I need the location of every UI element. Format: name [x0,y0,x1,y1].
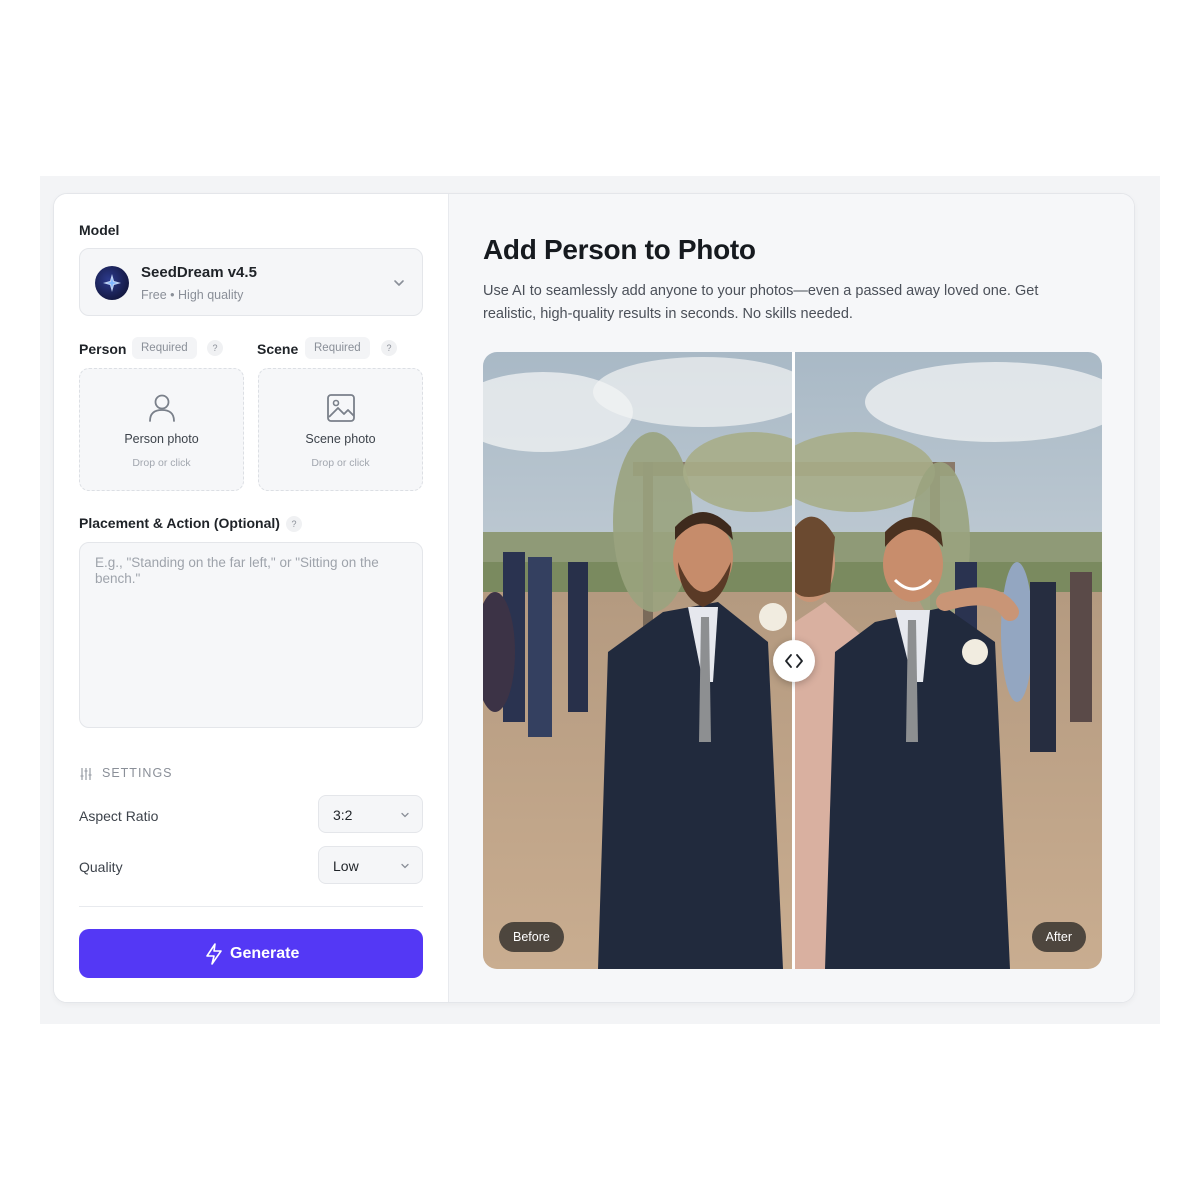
aspect-ratio-value: 3:2 [333,807,353,823]
scene-dropzone-title: Scene photo [305,432,376,446]
placement-help-icon[interactable]: ? [286,516,302,532]
model-logo-icon [95,266,129,300]
person-label: Person [79,341,127,357]
model-label: Model [79,222,120,238]
after-label: After [1031,922,1086,952]
divider [79,906,423,907]
placement-input[interactable] [79,542,423,728]
before-label: Before [499,922,564,952]
comparison-slider-handle[interactable] [773,640,815,682]
person-dropzone-hint: Drop or click [132,457,191,469]
after-photo [795,352,1102,969]
chevron-down-icon [401,812,409,818]
preview-panel: Add Person to Photo Use AI to seamlessly… [449,194,1134,1002]
chevron-down-icon [394,280,404,286]
aspect-ratio-select[interactable]: 3:2 [318,795,423,833]
lightning-icon [206,943,222,965]
scene-dropzone-hint: Drop or click [311,457,370,469]
model-selector[interactable]: SeedDream v4.5 Free • High quality [79,248,423,316]
scene-label: Scene [257,341,299,357]
scene-dropzone[interactable]: Scene photo Drop or click [258,368,423,491]
generate-button[interactable]: Generate [79,929,423,978]
scene-help-icon[interactable]: ? [381,340,397,356]
image-icon [326,394,355,422]
code-arrows-icon [785,654,803,668]
person-dropzone[interactable]: Person photo Drop or click [79,368,244,491]
model-meta: Free • High quality [141,288,244,302]
person-required-badge: Required [132,337,197,359]
app-card: Model SeedDream v4.5 Free • High quality… [53,193,1135,1003]
model-name: SeedDream v4.5 [141,264,257,281]
person-help-icon[interactable]: ? [207,340,223,356]
quality-value: Low [333,858,359,874]
generate-button-label: Generate [230,945,300,962]
settings-panel: Model SeedDream v4.5 Free • High quality… [54,194,448,1002]
person-dropzone-title: Person photo [124,432,199,446]
page-description: Use AI to seamlessly add anyone to your … [483,283,1039,322]
sliders-icon [80,768,92,780]
aspect-ratio-label: Aspect Ratio [79,808,159,824]
quality-label: Quality [79,859,123,875]
scene-required-badge: Required [305,337,370,359]
settings-heading-text: SETTINGS [102,766,173,780]
quality-select[interactable]: Low [318,846,423,884]
page-title: Add Person to Photo [483,234,756,265]
before-photo [483,352,792,969]
placement-label: Placement & Action (Optional) [79,515,280,531]
person-icon [148,394,175,422]
chevron-down-icon [401,863,409,869]
before-after-comparison[interactable]: Before After [483,352,1102,969]
